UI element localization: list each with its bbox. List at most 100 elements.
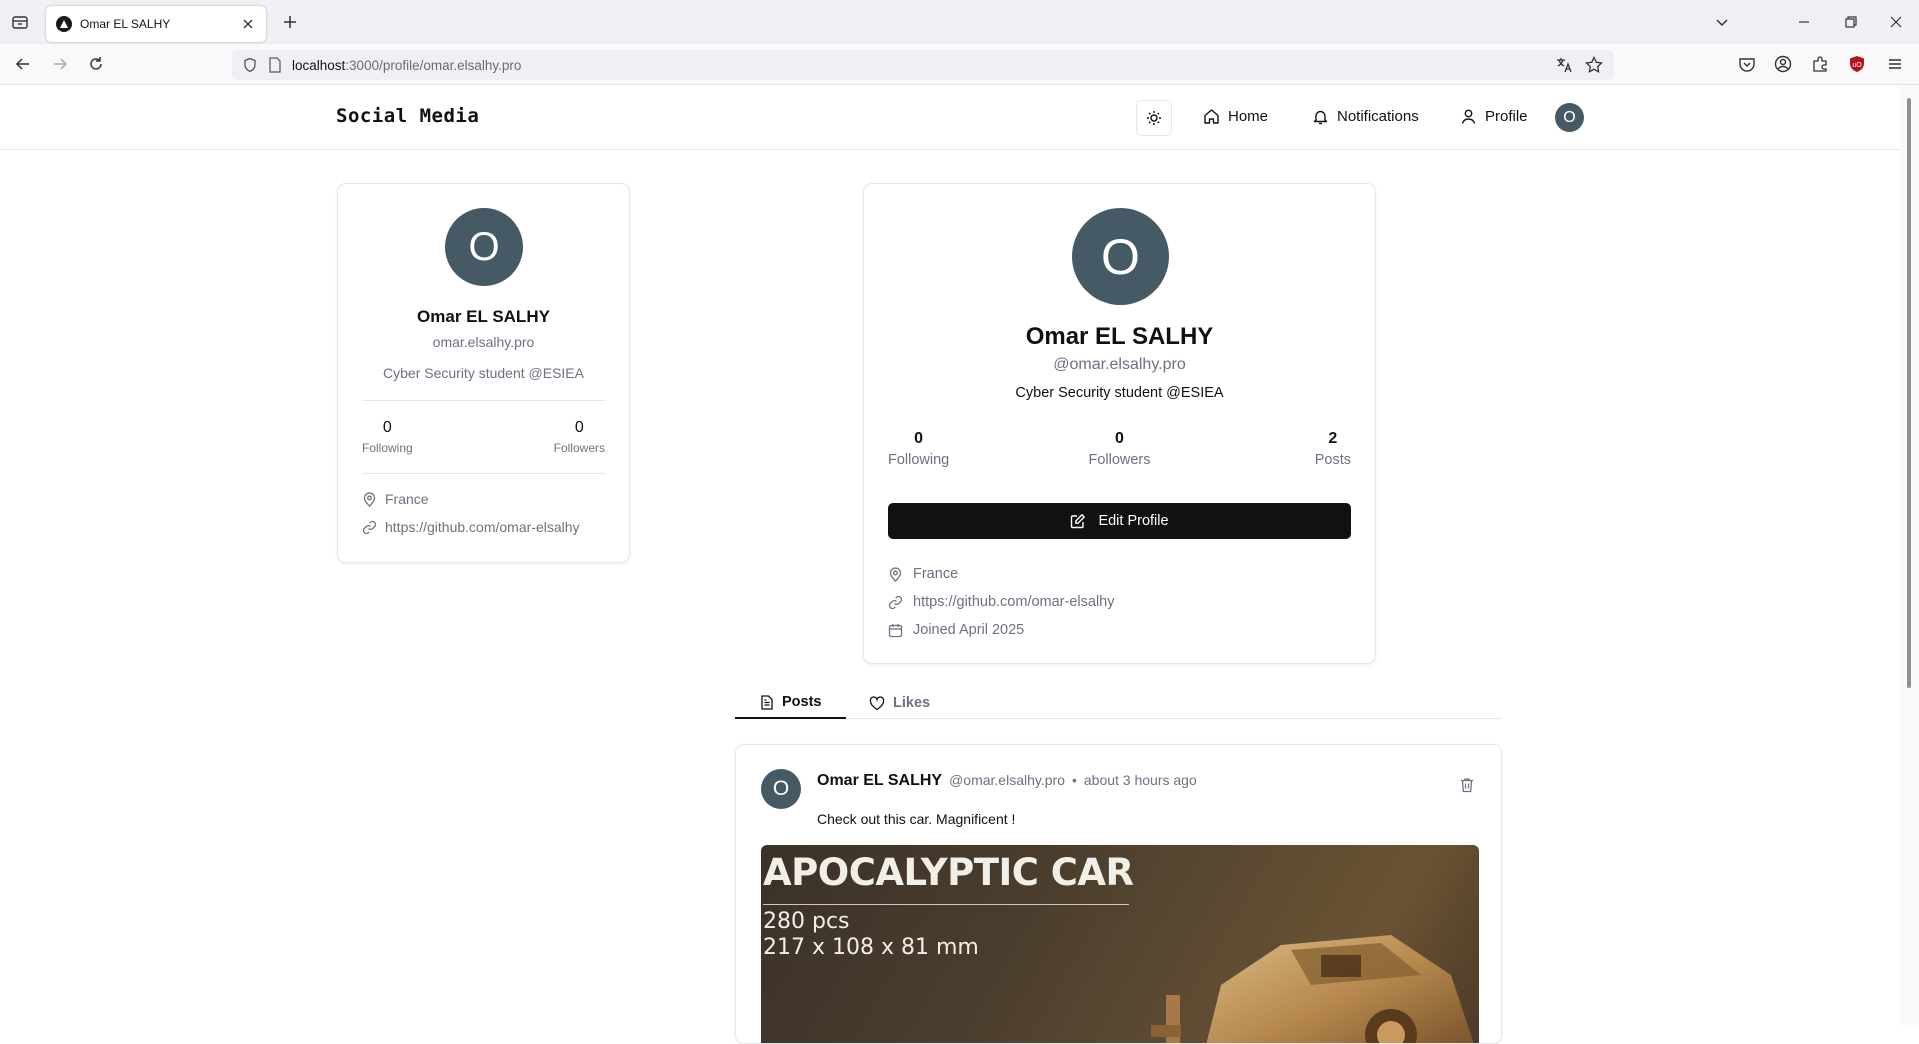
image-pieces-text: 280 pcs xyxy=(763,909,850,934)
stat-posts[interactable]: 2 Posts xyxy=(1315,430,1351,468)
profile-bio: Cyber Security student @ESIEA xyxy=(1015,385,1224,401)
browser-tab-bar: Omar EL SALHY xyxy=(0,0,1919,44)
stat-followers[interactable]: 0 Followers xyxy=(864,430,1375,468)
trash-icon[interactable] xyxy=(1458,776,1476,794)
file-text-icon xyxy=(760,694,774,710)
map-pin-icon xyxy=(362,491,377,507)
post-separator: • xyxy=(1071,772,1077,788)
app-header: Social Media Home Notifications Profile … xyxy=(0,86,1900,150)
nav-home[interactable]: Home xyxy=(1203,108,1268,125)
minimize-icon[interactable] xyxy=(1794,12,1814,32)
tab-likes-label: Likes xyxy=(893,695,931,711)
map-pin-icon xyxy=(888,566,903,582)
calendar-icon xyxy=(888,623,903,638)
followers-count: 0 xyxy=(574,419,584,436)
sidebar-profile-handle: omar.elsalhy.pro xyxy=(432,334,535,350)
home-icon xyxy=(1203,108,1220,125)
followers-label: Followers xyxy=(1088,452,1151,468)
sidebar-stat-followers[interactable]: 0 Followers xyxy=(554,419,605,455)
user-icon xyxy=(1460,108,1477,125)
translate-icon[interactable] xyxy=(1554,55,1574,75)
browser-nav-bar: localhost:3000/profile/omar.elsalhy.pro … xyxy=(0,44,1919,85)
page-scrollbar[interactable] xyxy=(1900,86,1919,1025)
address-bar[interactable]: localhost:3000/profile/omar.elsalhy.pro xyxy=(232,50,1614,80)
divider xyxy=(362,400,606,401)
page-icon xyxy=(268,57,282,73)
avatar[interactable]: O xyxy=(445,208,523,286)
profile-joined-text: Joined April 2025 xyxy=(913,622,1025,638)
post-text: Check out this car. Magnificent ! xyxy=(817,811,1016,827)
forward-arrow-icon[interactable] xyxy=(50,54,70,74)
avatar[interactable]: O xyxy=(1072,208,1169,305)
image-title-text: APOCALYPTIC CAR xyxy=(763,851,1134,894)
post-image[interactable]: APOCALYPTIC CAR 280 pcs 217 x 108 x 81 m… xyxy=(761,845,1479,1043)
sidebar-website[interactable]: https://github.com/omar-elsalhy xyxy=(362,519,580,535)
sidebar-profile-name: Omar EL SALHY xyxy=(417,307,550,326)
profile-joined: Joined April 2025 xyxy=(888,622,1024,638)
followers-label: Followers xyxy=(553,441,605,455)
chevron-down-icon[interactable] xyxy=(1712,12,1732,32)
link-icon xyxy=(888,595,903,610)
sidebar-location: France xyxy=(362,491,429,507)
sidebar-location-text: France xyxy=(385,491,429,507)
profile-website[interactable]: https://github.com/omar-elsalhy xyxy=(888,594,1114,610)
link-icon xyxy=(362,520,377,535)
close-tab-icon[interactable] xyxy=(240,16,256,32)
post-handle: @omar.elsalhy.pro xyxy=(949,772,1065,788)
new-tab-icon[interactable] xyxy=(280,12,300,32)
divider xyxy=(362,473,606,474)
bookmark-star-icon[interactable] xyxy=(1584,55,1604,75)
tab-list-icon[interactable] xyxy=(10,12,30,32)
svg-text:uO: uO xyxy=(1852,62,1862,69)
posts-label: Posts xyxy=(1314,452,1351,468)
ublock-icon[interactable]: uO xyxy=(1847,54,1867,74)
header-avatar[interactable]: O xyxy=(1555,103,1584,132)
extensions-icon[interactable] xyxy=(1810,54,1830,74)
post-header: Omar EL SALHY @omar.elsalhy.pro • about … xyxy=(817,772,1197,790)
image-divider xyxy=(763,904,1129,905)
nav-profile-label: Profile xyxy=(1485,108,1528,125)
shield-icon[interactable] xyxy=(242,57,258,73)
sidebar-stat-following[interactable]: 0 Following xyxy=(362,419,413,455)
avatar[interactable]: O xyxy=(761,769,801,809)
edit-profile-button[interactable]: Edit Profile xyxy=(888,503,1351,539)
post-timestamp: about 3 hours ago xyxy=(1083,772,1197,788)
nav-notifications[interactable]: Notifications xyxy=(1312,108,1419,125)
sidebar-profile-card: O Omar EL SALHY omar.elsalhy.pro Cyber S… xyxy=(337,183,630,563)
image-dimensions-text: 217 x 108 x 81 mm xyxy=(763,935,979,960)
profile-name: Omar EL SALHY xyxy=(1025,323,1214,350)
close-window-icon[interactable] xyxy=(1886,12,1906,32)
restore-icon[interactable] xyxy=(1841,12,1861,32)
browser-tab[interactable]: Omar EL SALHY xyxy=(46,6,266,42)
sidebar-profile-bio: Cyber Security student @ESIEA xyxy=(383,365,584,381)
following-count: 0 xyxy=(382,419,392,436)
tab-posts-label: Posts xyxy=(782,694,822,710)
nav-notifications-label: Notifications xyxy=(1337,108,1419,125)
edit-profile-label: Edit Profile xyxy=(1098,513,1169,529)
nav-profile[interactable]: Profile xyxy=(1460,108,1528,125)
profile-tabs: Posts Likes xyxy=(735,687,1502,719)
theme-toggle-button[interactable] xyxy=(1136,100,1172,136)
post-author[interactable]: Omar EL SALHY xyxy=(817,772,942,790)
bell-icon xyxy=(1312,108,1329,125)
tab-likes[interactable]: Likes xyxy=(869,687,930,719)
url-text[interactable]: localhost:3000/profile/omar.elsalhy.pro xyxy=(292,58,521,73)
account-icon[interactable] xyxy=(1773,54,1793,74)
sun-icon xyxy=(1146,110,1162,126)
pocket-icon[interactable] xyxy=(1737,54,1757,74)
brand-logo[interactable]: Social Media xyxy=(336,105,479,127)
scrollbar-thumb[interactable] xyxy=(1907,98,1911,688)
sidebar-website-link[interactable]: https://github.com/omar-elsalhy xyxy=(385,519,580,535)
posts-count: 2 xyxy=(1328,430,1338,447)
main-profile-card: O Omar EL SALHY @omar.elsalhy.pro Cyber … xyxy=(863,183,1376,664)
followers-count: 0 xyxy=(1115,430,1124,447)
post-card: O Omar EL SALHY @omar.elsalhy.pro • abou… xyxy=(735,744,1502,1044)
profile-location: France xyxy=(888,566,958,582)
site-favicon-icon xyxy=(56,16,72,32)
profile-website-link[interactable]: https://github.com/omar-elsalhy xyxy=(913,594,1114,610)
reload-icon[interactable] xyxy=(86,54,106,74)
heart-icon xyxy=(869,695,885,711)
back-arrow-icon[interactable] xyxy=(13,54,33,74)
tab-posts[interactable]: Posts xyxy=(735,687,846,719)
menu-icon[interactable] xyxy=(1885,54,1905,74)
